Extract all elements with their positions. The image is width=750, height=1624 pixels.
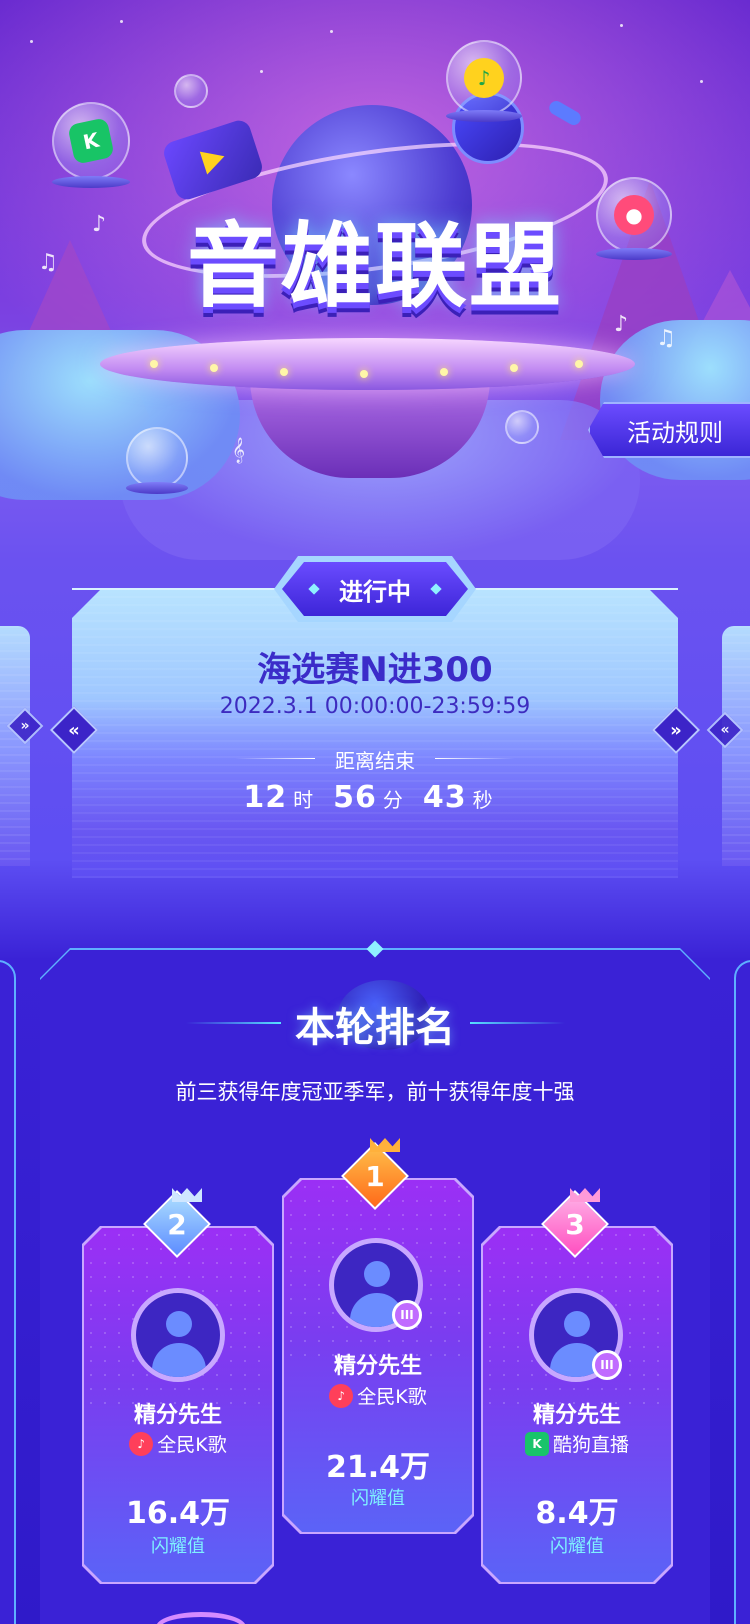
bird-app-icon: ●	[614, 195, 654, 235]
activity-rules-button[interactable]: 活动规则	[588, 402, 750, 458]
countdown-label: 距离结束	[335, 749, 415, 773]
star	[260, 70, 263, 73]
shine-score: 16.4万	[125, 1496, 231, 1531]
stage-card	[72, 588, 678, 878]
live-badge-icon: III	[392, 1300, 422, 1330]
countdown-hours: 12	[243, 780, 288, 815]
ufo-light	[150, 360, 158, 368]
platform-name: 酷狗直播	[552, 1434, 629, 1456]
platform-name: 全民K歌	[157, 1434, 227, 1456]
countdown-minutes-unit: 分	[382, 788, 403, 812]
treble-clef-icon: 𝄞	[232, 438, 246, 463]
kugou-app-icon: K	[67, 117, 115, 165]
star	[700, 80, 703, 83]
ranking-title: 本轮排名	[295, 1005, 455, 1051]
karaoke-bubble: ●	[596, 177, 672, 253]
kugou-logo-icon: K	[524, 1431, 549, 1456]
bubble-base	[52, 176, 130, 188]
ufo-light	[510, 364, 518, 372]
platform-tag: K 酷狗直播	[483, 1430, 671, 1457]
shine-score-label: 闪耀值	[351, 1488, 405, 1509]
ufo-light	[360, 370, 368, 378]
platform-tag: ♪ 全民K歌	[84, 1430, 272, 1457]
ranking-subtitle: 前三获得年度冠亚季军，前十获得年度十强	[175, 1080, 575, 1104]
karaoke-logo-icon: ♪	[129, 1431, 154, 1456]
music-note-icon: ♪	[614, 312, 629, 337]
countdown-timer: 12 时 56 分 43 秒	[72, 780, 678, 815]
platform-name: 全民K歌	[357, 1386, 427, 1408]
countdown-minutes: 56	[333, 780, 377, 815]
bubble	[126, 427, 188, 489]
karaoke-logo-icon: ♪	[329, 1383, 354, 1408]
countdown-seconds-unit: 秒	[472, 788, 493, 812]
music-note-icon: ♫	[656, 326, 676, 351]
shine-score-label: 闪耀值	[550, 1536, 604, 1557]
bubble	[174, 74, 208, 108]
bubble	[505, 410, 539, 444]
live-badge-icon: III	[592, 1350, 622, 1380]
ufo-light	[575, 360, 583, 368]
next-ranking-panel	[734, 960, 750, 1624]
music-note-app-icon: ♪	[464, 58, 504, 98]
bubble-base	[596, 248, 672, 260]
star	[30, 40, 33, 43]
avatar[interactable]	[131, 1288, 225, 1382]
singer-name: 精分先生	[532, 1403, 621, 1428]
countdown-seconds: 43	[422, 780, 467, 815]
countdown-hours-unit: 时	[293, 788, 314, 812]
event-logo: 音雄联盟	[186, 212, 563, 320]
star	[120, 20, 123, 23]
star	[620, 24, 623, 27]
double-chevron-right-icon: »	[670, 719, 682, 741]
singer-name: 精分先生	[133, 1403, 222, 1428]
stage-status-label: 进行中	[339, 577, 411, 606]
kugou-bubble: K	[52, 102, 130, 180]
bubble-base	[446, 110, 522, 122]
ufo-light	[210, 364, 218, 372]
stage-title: 海选赛N进300	[257, 650, 493, 690]
ufo-light	[440, 368, 448, 376]
music-app-bubble: ♪	[446, 40, 522, 116]
stage-date-range: 2022.3.1 00:00:00-23:59:59	[219, 694, 531, 719]
prev-ranking-panel	[0, 960, 16, 1624]
double-chevron-left-icon: «	[68, 719, 80, 741]
singer-name: 精分先生	[333, 1354, 422, 1379]
shine-score: 8.4万	[535, 1496, 619, 1531]
music-note-icon: ♪	[92, 212, 107, 237]
bubble-base	[126, 482, 188, 494]
shine-score-label: 闪耀值	[151, 1536, 205, 1557]
music-note-icon: ♫	[38, 250, 58, 275]
hero-banner: ♪ ♫ ♪ ♫ 𝄞 音雄联盟 K ♪ ● 活动规则	[0, 0, 750, 560]
shine-score: 21.4万	[325, 1450, 431, 1485]
page: ♪ ♫ ♪ ♫ 𝄞 音雄联盟 K ♪ ● 活动规则 进行中 海选赛N进300 2…	[0, 0, 750, 1624]
star	[330, 30, 333, 33]
ufo-light	[280, 368, 288, 376]
ufo-stage-top	[100, 338, 635, 390]
stage-status-badge: 进行中	[282, 562, 468, 616]
prev-stage-card[interactable]	[0, 626, 30, 866]
platform-tag: ♪ 全民K歌	[284, 1382, 472, 1409]
